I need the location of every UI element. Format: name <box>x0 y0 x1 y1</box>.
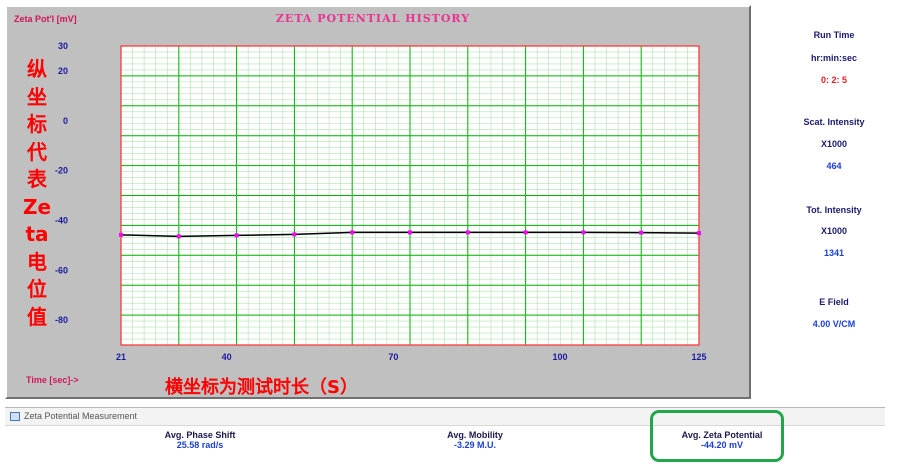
y-annotation-char: ta <box>25 222 49 246</box>
data-point <box>292 232 297 237</box>
y-tick-label: -80 <box>55 315 68 325</box>
x-tick-label: 100 <box>553 352 568 362</box>
e-field-value: 4.00 V/CM <box>812 319 856 329</box>
data-point <box>119 232 123 237</box>
y-axis-annotation: 纵 坐 标 代 表 Ze ta 电 位 值 <box>22 56 52 331</box>
data-point <box>523 230 528 235</box>
y-annotation-char: Ze <box>22 194 52 219</box>
avg-phase-shift: Avg. Phase Shift 25.58 rad/s <box>130 430 270 450</box>
y-tick-label: 30 <box>58 41 68 51</box>
scat-intensity-label: Scat. Intensity <box>803 117 865 127</box>
avg-mobility-value: -3.29 M.U. <box>453 440 496 450</box>
avg-mobility-label: Avg. Mobility <box>447 430 503 440</box>
x-tick-label: 21 <box>116 352 126 362</box>
scat-intensity-value: 464 <box>826 161 842 171</box>
y-annotation-char: 位 <box>27 277 47 301</box>
run-time-label: Run Time <box>813 30 855 40</box>
data-point <box>234 233 239 238</box>
y-annotation-char: 标 <box>27 112 47 136</box>
zeta-chart: 30 20 0 -20 -40 -60 -80 21 40 70 100 125 <box>55 41 707 362</box>
scat-intensity-unit: X1000 <box>820 139 848 149</box>
x-tick-label: 70 <box>388 352 398 362</box>
tot-intensity-unit: X1000 <box>820 226 848 236</box>
run-time-value: 0: 2: 5 <box>820 75 847 85</box>
y-annotation-char: 表 <box>27 167 47 191</box>
y-tick-label: 0 <box>63 116 68 126</box>
y-annotation-char: 电 <box>27 249 47 274</box>
avg-mobility: Avg. Mobility -3.29 M.U. <box>405 430 545 450</box>
x-axis-annotation: 横坐标为测试时长（S） <box>165 377 358 398</box>
data-point <box>697 231 701 236</box>
y-tick-label: -60 <box>55 265 68 275</box>
e-field-label: E Field <box>819 297 849 307</box>
y-annotation-char: 纵 <box>27 57 47 81</box>
measurement-window-title: Zeta Potential Measurement <box>24 411 138 421</box>
tot-intensity-value: 1341 <box>823 248 845 258</box>
avg-phase-shift-label: Avg. Phase Shift <box>164 430 236 440</box>
y-annotation-char: 代 <box>27 139 47 164</box>
data-point <box>465 230 470 235</box>
zeta-highlight-box <box>650 410 784 462</box>
data-point <box>176 234 181 239</box>
y-tick-label: 20 <box>58 66 68 76</box>
x-axis-label: Time [sec]-> <box>26 375 79 385</box>
window-icon <box>10 412 20 421</box>
chart-title: ZETA POTENTIAL HISTORY <box>275 12 471 25</box>
x-tick-label: 125 <box>691 352 706 362</box>
y-axis-label: Zeta Pot'l [mV] <box>14 14 77 24</box>
y-annotation-char: 坐 <box>27 84 47 109</box>
run-time-unit: hr:min:sec <box>810 53 857 63</box>
y-annotation-char: 值 <box>27 304 47 329</box>
status-side-panel: Run Time hr:min:sec 0: 2: 5 Scat. Intens… <box>770 0 898 400</box>
data-point <box>639 230 644 235</box>
data-point <box>350 230 355 235</box>
data-point <box>581 230 586 235</box>
data-point <box>408 230 412 235</box>
y-tick-label: -40 <box>55 215 68 225</box>
x-tick-label: 40 <box>222 352 232 362</box>
y-tick-label: -20 <box>55 166 68 176</box>
tot-intensity-label: Tot. Intensity <box>806 205 862 215</box>
avg-phase-shift-value: 25.58 rad/s <box>176 440 224 450</box>
